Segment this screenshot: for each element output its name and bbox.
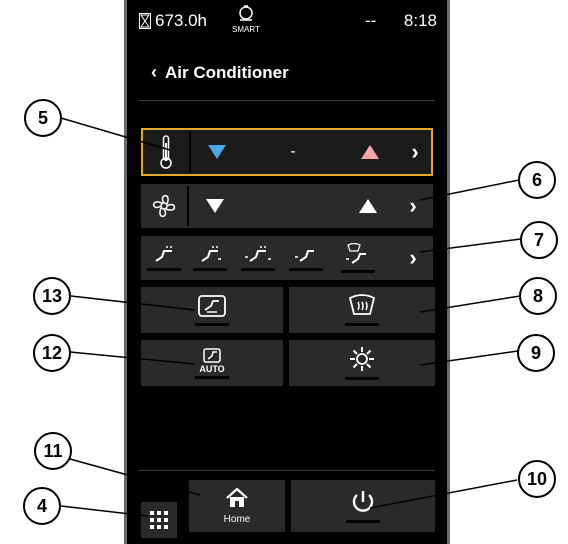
smart-label: SMART	[232, 25, 260, 34]
auto-button[interactable]: AUTO	[141, 340, 283, 386]
airflow-face-icon	[155, 246, 174, 262]
mode-indicator	[341, 270, 375, 273]
row-divider	[189, 132, 191, 172]
hour-meter-value: 673.0h	[155, 11, 207, 30]
home-button[interactable]: Home	[189, 480, 285, 532]
clock: 8:18	[403, 11, 437, 30]
temp-down-button[interactable]	[193, 130, 241, 174]
mode-indicator	[289, 268, 323, 271]
airflow-feet-button[interactable]	[283, 236, 329, 280]
status-bar: 673.0h SMART -- 8:18	[127, 0, 447, 40]
fan-more-chevron-icon[interactable]: ›	[393, 184, 433, 228]
fan-speed-row: ›	[141, 184, 433, 228]
callout-10: 10	[518, 460, 556, 498]
callout-8: 8	[519, 277, 557, 315]
recirculation-indicator	[195, 323, 229, 326]
airflow-more-chevron-icon[interactable]: ›	[393, 236, 433, 280]
hour-meter: 673.0h	[139, 11, 207, 31]
footer-divider	[139, 470, 435, 471]
row-divider	[187, 186, 189, 226]
temperature-value: -	[290, 143, 296, 160]
airflow-face-button[interactable]	[141, 236, 187, 280]
temp-down-arrow-icon	[208, 145, 226, 159]
fan-up-arrow-icon	[359, 199, 377, 213]
airflow-face-feet-icon	[201, 246, 221, 262]
airflow-defrost-feet-icon	[346, 243, 366, 264]
airflow-all-icon	[245, 246, 271, 262]
grid-icon	[150, 511, 168, 529]
engine-mode-icon	[239, 5, 253, 21]
mode-indicator	[193, 268, 227, 271]
airflow-mode-row: ›	[141, 236, 433, 280]
power-icon	[352, 491, 374, 512]
airflow-feet-icon	[295, 250, 314, 262]
ac-screen: 673.0h SMART -- 8:18 ‹ Air Conditioner -…	[124, 0, 450, 544]
power-button[interactable]	[291, 480, 435, 532]
temp-up-arrow-icon	[361, 145, 379, 159]
airflow-all-button[interactable]	[233, 236, 283, 280]
callout-13: 13	[33, 277, 71, 315]
recirculation-icon	[198, 295, 226, 317]
temp-more-chevron-icon[interactable]: ›	[395, 130, 435, 174]
ac-snowflake-sun-icon	[350, 347, 374, 371]
page-title: ‹ Air Conditioner	[151, 62, 289, 83]
auto-label: AUTO	[199, 363, 225, 374]
defrost-indicator	[345, 323, 379, 326]
callout-9: 9	[517, 334, 555, 372]
callout-5: 5	[24, 99, 62, 137]
ac-indicator	[345, 377, 379, 380]
fan-icon	[141, 184, 187, 228]
callout-4: 4	[23, 487, 61, 525]
airflow-face-feet-button[interactable]	[187, 236, 233, 280]
fan-down-button[interactable]	[191, 184, 239, 228]
callout-6: 6	[518, 161, 556, 199]
callout-11: 11	[34, 432, 72, 470]
defrost-button[interactable]	[289, 287, 435, 333]
mode-indicator	[241, 268, 275, 271]
temperature-row: - ›	[141, 128, 433, 176]
mode-indicator	[147, 268, 181, 271]
callout-7: 7	[520, 221, 558, 259]
auto-mode-icon	[203, 347, 221, 363]
menu-grid-button[interactable]	[141, 502, 177, 538]
auto-indicator	[195, 375, 229, 379]
thermometer-icon	[143, 130, 189, 174]
hourglass-icon	[139, 13, 151, 29]
defrost-icon	[348, 294, 376, 315]
status-dashes: --	[365, 11, 377, 30]
ac-button[interactable]	[289, 340, 435, 386]
fan-down-arrow-icon	[206, 199, 224, 213]
recirculation-button[interactable]	[141, 287, 283, 333]
back-chevron-icon[interactable]: ‹	[151, 62, 157, 83]
home-icon	[226, 487, 248, 507]
header-divider	[139, 100, 435, 101]
page-title-text: Air Conditioner	[165, 62, 289, 82]
callout-12: 12	[33, 334, 71, 372]
smart-indicator: SMART	[232, 5, 260, 34]
home-label: Home	[223, 513, 251, 525]
airflow-defrost-feet-button[interactable]	[329, 236, 387, 280]
temp-up-button[interactable]	[345, 130, 395, 174]
fan-up-button[interactable]	[343, 184, 393, 228]
power-indicator	[346, 520, 380, 523]
